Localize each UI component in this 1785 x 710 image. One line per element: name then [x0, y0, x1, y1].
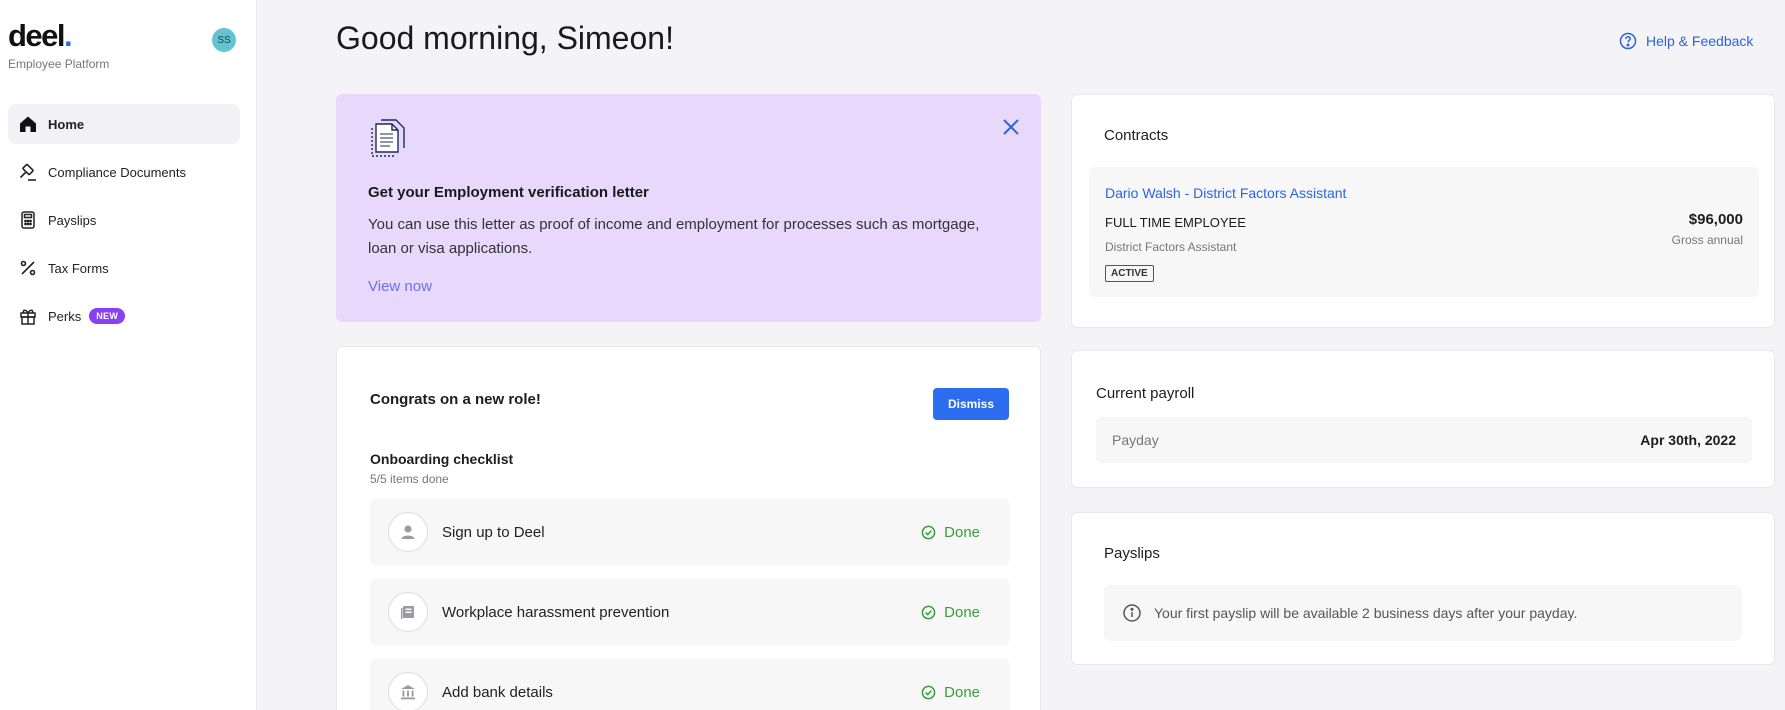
checklist-item[interactable]: Workplace harassment prevention Done [370, 579, 1010, 645]
contracts-title: Contracts [1104, 127, 1169, 144]
sidebar-item-label: Perks [48, 308, 82, 324]
home-icon [18, 114, 38, 134]
close-icon[interactable] [998, 114, 1024, 140]
book-icon [388, 592, 428, 632]
done-status: Done [921, 524, 980, 541]
onboarding-card: Congrats on a new role! Dismiss Onboardi… [336, 346, 1041, 710]
verification-letter-card: Get your Employment verification letter … [336, 94, 1041, 322]
checklist-item-label: Add bank details [442, 683, 553, 701]
payslip-info-text: Your first payslip will be available 2 b… [1154, 605, 1578, 621]
payday-value: Apr 30th, 2022 [1640, 432, 1736, 448]
payslip-info: Your first payslip will be available 2 b… [1104, 585, 1742, 641]
payslips-card: Payslips Your first payslip will be avai… [1071, 512, 1775, 665]
payroll-title: Current payroll [1096, 385, 1195, 402]
contracts-card: Contracts Dario Walsh - District Factors… [1071, 94, 1775, 328]
contract-type: FULL TIME EMPLOYEE [1105, 215, 1246, 230]
checklist-title: Onboarding checklist [370, 451, 514, 467]
congrats-title: Congrats on a new role! [370, 391, 541, 408]
help-icon [1619, 32, 1637, 50]
percent-icon [18, 258, 38, 278]
sidebar-item-label: Payslips [48, 212, 97, 228]
calculator-icon [18, 210, 38, 230]
done-label: Done [944, 523, 980, 541]
checklist-item[interactable]: Sign up to Deel Done [370, 499, 1010, 565]
checklist-item[interactable]: Add bank details Done [370, 659, 1010, 710]
page-title: Good morning, Simeon! [336, 20, 674, 56]
payday-label: Payday [1112, 432, 1159, 448]
payslips-title: Payslips [1104, 545, 1160, 562]
gavel-icon [18, 162, 38, 182]
deel-logo[interactable]: deel. [8, 18, 73, 54]
promo-body: You can use this letter as proof of inco… [368, 216, 980, 257]
done-status: Done [921, 684, 980, 701]
checklist-progress: 5/5 items done [370, 472, 449, 486]
new-badge: NEW [89, 308, 126, 324]
status-badge: ACTIVE [1105, 265, 1154, 282]
help-label: Help & Feedback [1646, 33, 1754, 49]
gift-icon [18, 306, 38, 326]
sidebar-item-payslips[interactable]: Payslips [8, 200, 240, 240]
sidebar-item-tax-forms[interactable]: Tax Forms [8, 248, 240, 288]
done-status: Done [921, 604, 980, 621]
checklist-item-label: Workplace harassment prevention [442, 603, 670, 621]
sidebar-item-home[interactable]: Home [8, 104, 240, 144]
payday-row: Payday Apr 30th, 2022 [1096, 417, 1752, 463]
sidebar-item-perks[interactable]: Perks NEW [8, 296, 240, 336]
document-icon [368, 116, 410, 163]
user-icon [388, 512, 428, 552]
info-icon [1123, 604, 1141, 622]
current-payroll-card: Current payroll Payday Apr 30th, 2022 [1071, 350, 1775, 488]
checklist-item-label: Sign up to Deel [442, 523, 545, 541]
contract-name-link[interactable]: Dario Walsh - District Factors Assistant [1105, 185, 1346, 201]
platform-subtitle: Employee Platform [8, 57, 110, 71]
promo-title: Get your Employment verification letter [368, 184, 649, 201]
done-label: Done [944, 683, 980, 701]
check-circle-icon [921, 525, 936, 539]
sidebar-item-label: Tax Forms [48, 260, 109, 276]
sidebar-item-label: Compliance Documents [48, 164, 187, 180]
view-now-link[interactable]: View now [368, 278, 432, 295]
sidebar-item-compliance-documents[interactable]: Compliance Documents [8, 152, 240, 192]
sidebar: deel. Employee Platform SS Home Complian… [0, 0, 257, 710]
done-label: Done [944, 603, 980, 621]
salary-label: Gross annual [1671, 233, 1743, 247]
contract-item[interactable]: Dario Walsh - District Factors Assistant… [1089, 167, 1759, 297]
sidebar-nav: Home Compliance Documents Payslips Tax F… [8, 104, 240, 344]
check-circle-icon [921, 605, 936, 619]
bank-icon [388, 672, 428, 710]
check-circle-icon [921, 685, 936, 699]
contract-role: District Factors Assistant [1105, 240, 1237, 254]
dismiss-button[interactable]: Dismiss [933, 388, 1009, 420]
sidebar-item-label: Home [48, 116, 85, 132]
avatar[interactable]: SS [212, 28, 236, 52]
help-feedback-link[interactable]: Help & Feedback [1619, 32, 1753, 50]
contract-salary: $96,000 [1688, 211, 1743, 228]
